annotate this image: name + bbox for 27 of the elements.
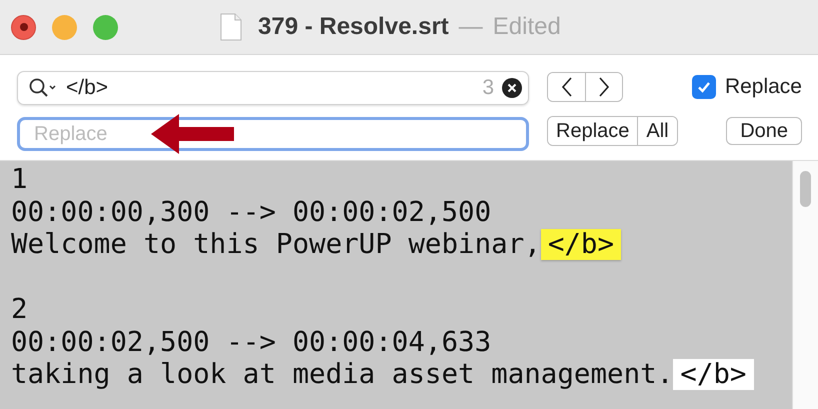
- text-line: 00:00:00,300 --> 00:00:02,500: [11, 196, 492, 228]
- scrollbar-thumb[interactable]: [800, 171, 811, 207]
- next-button[interactable]: [585, 73, 622, 101]
- done-button[interactable]: Done: [726, 117, 802, 145]
- match-count: 3: [482, 76, 494, 100]
- text-line: 2: [11, 293, 28, 326]
- close-button[interactable]: [11, 14, 36, 40]
- search-field[interactable]: </b> 3: [17, 71, 529, 105]
- replace-checkbox[interactable]: [692, 75, 716, 99]
- replace-label: Replace: [724, 75, 802, 99]
- clear-icon[interactable]: [502, 78, 522, 98]
- edited-status: Edited: [492, 13, 561, 41]
- text-line: 00:00:02,500 --> 00:00:04,633: [11, 326, 492, 358]
- chevron-right-icon: [597, 76, 611, 98]
- arrow-icon: [151, 112, 235, 156]
- window-title: 379 - Resolve.srt: [258, 13, 449, 41]
- document-icon: [220, 13, 242, 41]
- title-separator: —: [458, 13, 483, 41]
- chevron-left-icon: [560, 76, 574, 98]
- text-line: Welcome to this PowerUP webinar,: [11, 228, 541, 260]
- match-highlight: </b>: [673, 359, 754, 390]
- replace-field[interactable]: Replace: [17, 117, 529, 151]
- replace-all-button[interactable]: All: [637, 117, 677, 145]
- search-icon: [28, 77, 58, 99]
- text-line: taking a look at media asset management.: [11, 358, 674, 390]
- current-match-highlight: </b>: [540, 229, 622, 260]
- text-line: 1: [11, 163, 28, 196]
